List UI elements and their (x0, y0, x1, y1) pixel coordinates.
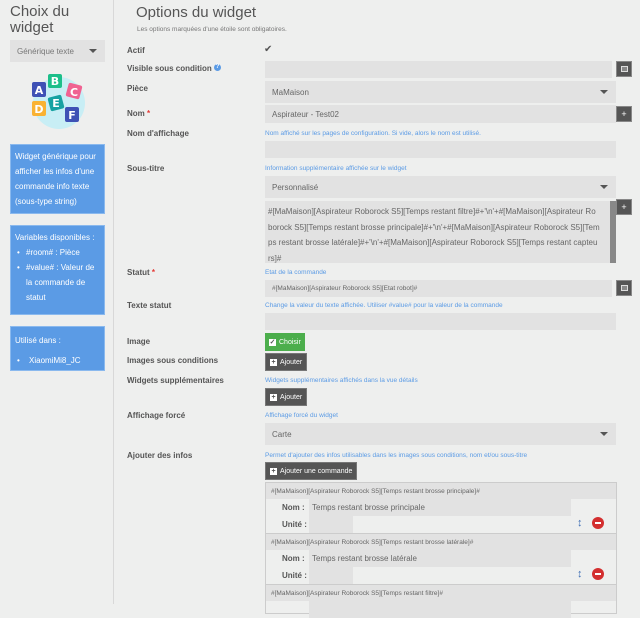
info-unite-input[interactable] (309, 516, 353, 533)
nom-input[interactable]: Aspirateur - Test02 (265, 105, 616, 123)
plus-icon: + (270, 393, 277, 401)
info-nom-input[interactable]: Temps restant brosse latérale (309, 550, 571, 567)
svg-text:C: C (70, 86, 78, 99)
chevron-down-icon (600, 432, 608, 436)
svg-text:D: D (34, 103, 43, 116)
label-actif: Actif (127, 46, 145, 55)
used-in-box: Utilisé dans : XiaomiMi8_JC (10, 326, 105, 371)
variables-box: Variables disponibles : #room# : Pièce#v… (10, 225, 105, 315)
widget-type-select[interactable]: Générique texte (10, 40, 105, 62)
used-in-link[interactable]: XiaomiMi8_JC (15, 351, 100, 371)
variable-item: #value# : Valeur de la commande de statu… (15, 260, 100, 305)
page-subtitle: Les options marquées d'une étoile sont o… (137, 26, 287, 33)
label-widgets-supp: Widgets supplémentaires (127, 376, 224, 385)
label-nom-affichage: Nom d'affichage (127, 129, 189, 138)
label-image: Image (127, 337, 151, 346)
sous-titre-select[interactable]: Personnalisé (265, 176, 616, 198)
page-title: Options du widget (136, 4, 257, 21)
svg-text:A: A (35, 84, 44, 97)
plus-icon: + (270, 467, 277, 475)
label-images-cond: Images sous conditions (127, 356, 219, 365)
select-command-button[interactable] (616, 61, 632, 77)
ajouter-image-button[interactable]: + Ajouter (265, 353, 308, 371)
drag-handle-icon[interactable]: ↕ (577, 568, 583, 580)
variables-title: Variables disponibles : (15, 233, 95, 242)
help-statut: Etat de la commande (265, 269, 327, 276)
piece-value: MaMaison (272, 87, 309, 97)
widget-logo-icon: A B C D E F (32, 74, 85, 129)
help-affichage-force: Affichage forcé du widget (265, 412, 338, 419)
affichage-force-select[interactable]: Carte (265, 423, 616, 445)
choisir-button[interactable]: ✓ Choisir (265, 333, 305, 351)
help-sous-titre: Information supplémentaire affichée sur … (265, 165, 407, 172)
label-visible: Visible sous condition ? (127, 64, 221, 73)
svg-text:B: B (51, 75, 59, 88)
label-texte-statut: Texte statut (127, 301, 172, 310)
info-nom-label: Nom : (282, 503, 305, 512)
info-command: #[MaMaison][Aspirateur Roborock S5][Temp… (266, 483, 616, 499)
widget-description: Widget générique pour afficher les infos… (10, 144, 105, 214)
info-nom-input[interactable]: Temps restant brosse principale (309, 499, 571, 516)
label-statut: Statut * (127, 268, 156, 277)
label-piece: Pièce (127, 84, 148, 93)
info-item: #[MaMaison][Aspirateur Roborock S5][Temp… (265, 533, 617, 585)
piece-select[interactable]: MaMaison (265, 81, 616, 103)
info-command: #[MaMaison][Aspirateur Roborock S5][Temp… (266, 585, 616, 601)
list-icon (620, 285, 628, 291)
sidebar-title: Choix du widget (10, 3, 70, 36)
add-button[interactable]: + (616, 199, 632, 215)
info-unite-label: Unité : (282, 520, 307, 529)
texte-statut-input[interactable] (265, 313, 616, 330)
ajouter-commande-button[interactable]: + Ajouter une commande (265, 462, 358, 480)
sous-titre-textarea[interactable]: #[MaMaison][Aspirateur Roborock S5][Temp… (265, 201, 616, 263)
label-nom: Nom * (127, 109, 151, 118)
remove-icon[interactable] (592, 517, 604, 529)
label-sous-titre: Sous-titre (127, 164, 165, 173)
sidebar: Choix du widget Générique texte A B C D … (0, 0, 114, 604)
select-command-button[interactable] (616, 280, 632, 296)
affichage-force-value: Carte (272, 429, 292, 439)
visible-condition-input[interactable] (265, 61, 612, 78)
actif-checkbox[interactable]: ✔ (264, 44, 275, 55)
svg-text:F: F (68, 109, 76, 122)
label-affichage-force: Affichage forcé (127, 411, 186, 420)
widget-type-value: Générique texte (17, 46, 74, 56)
check-icon: ✓ (269, 338, 276, 346)
help-nom-affichage: Nom affiché sur les pages de configurati… (265, 130, 481, 137)
nom-value: Aspirateur - Test02 (272, 109, 339, 119)
info-nom-label: Nom : (282, 554, 305, 563)
ajouter-widget-button[interactable]: + Ajouter (265, 388, 308, 406)
list-icon (620, 66, 628, 72)
help-ajouter-infos: Permet d'ajouter des infos utilisables d… (265, 452, 528, 459)
label-ajouter-infos: Ajouter des infos (127, 451, 193, 460)
used-in-title: Utilisé dans : (15, 336, 61, 345)
info-unite-input[interactable] (309, 567, 353, 584)
add-button[interactable]: + (616, 106, 632, 122)
help-texte-statut: Change la valeur du texte affichée. Util… (265, 302, 503, 309)
info-unite-label: Unité : (282, 571, 307, 580)
statut-value: #[MaMaison][Aspirateur Roborock S5][Etat… (272, 285, 418, 292)
variable-item: #room# : Pièce (15, 245, 100, 260)
help-widgets-supp: Widgets supplémentaires affichés dans la… (265, 377, 418, 384)
svg-text:E: E (52, 97, 60, 110)
remove-icon[interactable] (592, 568, 604, 580)
info-item: #[MaMaison][Aspirateur Roborock S5][Temp… (265, 584, 617, 618)
drag-handle-icon[interactable]: ↕ (577, 517, 583, 529)
help-icon[interactable]: ? (214, 64, 221, 71)
chevron-down-icon (89, 49, 97, 53)
chevron-down-icon (600, 185, 608, 189)
info-item: #[MaMaison][Aspirateur Roborock S5][Temp… (265, 482, 617, 534)
info-command: #[MaMaison][Aspirateur Roborock S5][Temp… (266, 534, 616, 550)
plus-icon: + (270, 358, 277, 366)
statut-input[interactable]: #[MaMaison][Aspirateur Roborock S5][Etat… (265, 280, 612, 297)
sous-titre-select-value: Personnalisé (272, 182, 319, 192)
chevron-down-icon (600, 90, 608, 94)
nom-affichage-input[interactable] (265, 141, 616, 158)
